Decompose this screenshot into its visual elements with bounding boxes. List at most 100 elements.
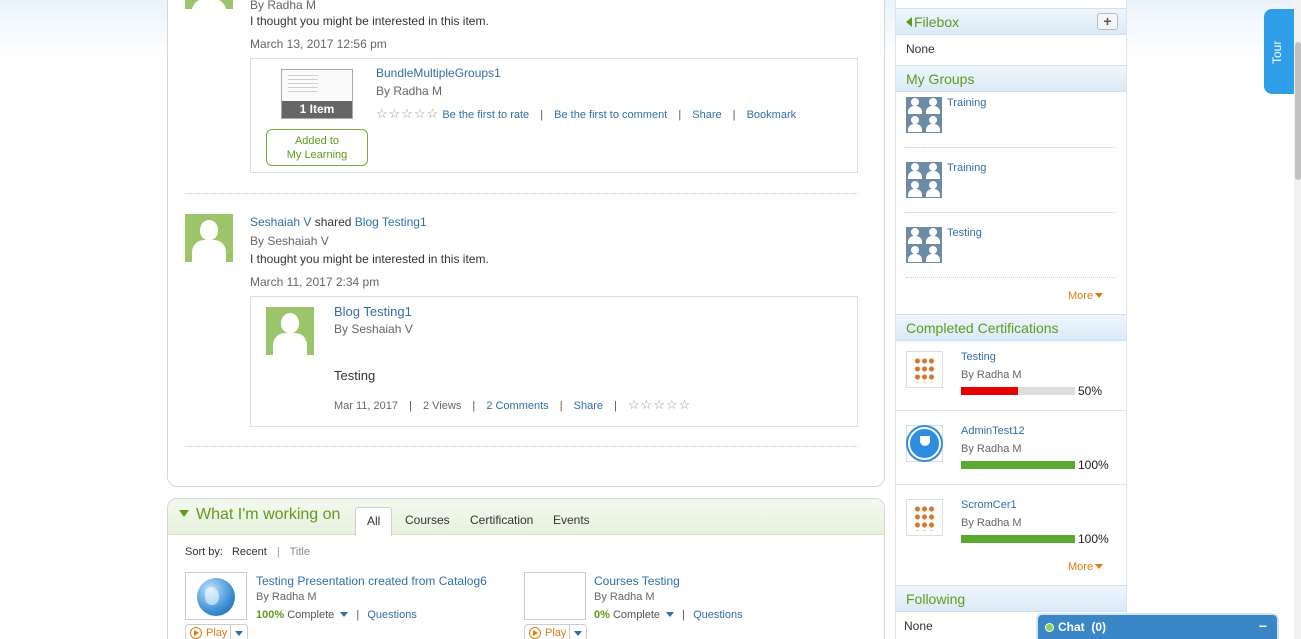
actor-link[interactable]: Seshaiah V bbox=[250, 215, 311, 229]
tab-events[interactable]: Events bbox=[553, 507, 590, 535]
blog-author-avatar[interactable] bbox=[266, 307, 314, 355]
certification-author: By Radha M bbox=[961, 517, 1022, 529]
filebox-title: Filebox bbox=[914, 14, 960, 30]
activity-feed-panel: By Radha M I thought you might be intere… bbox=[167, 0, 885, 487]
separator: | bbox=[540, 109, 544, 121]
rating-stars[interactable]: ☆☆☆☆☆ bbox=[628, 397, 691, 413]
shared-item-author: By Radha M bbox=[376, 84, 443, 98]
added-label-line1: Added to bbox=[294, 135, 340, 147]
comments-link[interactable]: 2 Comments bbox=[486, 400, 548, 412]
sort-recent[interactable]: Recent bbox=[232, 546, 267, 558]
groups-more-link[interactable]: More bbox=[1068, 290, 1104, 302]
group-icon[interactable] bbox=[906, 97, 942, 133]
tour-button[interactable]: Tour bbox=[1264, 9, 1294, 94]
certifications-more-link[interactable]: More bbox=[1068, 561, 1104, 573]
scrollbar-thumb[interactable] bbox=[1295, 42, 1301, 180]
working-on-title[interactable]: What I'm working on bbox=[179, 506, 340, 524]
working-on-header: What I'm working on All Courses Certific… bbox=[168, 499, 884, 536]
complete-label: Complete bbox=[287, 609, 335, 621]
tab-courses[interactable]: Courses bbox=[405, 507, 450, 535]
certification-icon[interactable] bbox=[906, 351, 943, 388]
feed-divider bbox=[185, 446, 858, 447]
collapse-triangle-icon[interactable] bbox=[179, 510, 189, 517]
group-link[interactable]: Training bbox=[947, 162, 986, 174]
blog-title-link[interactable]: Blog Testing1 bbox=[334, 304, 412, 319]
verb-text: shared bbox=[314, 215, 352, 229]
certification-link[interactable]: AdminTest12 bbox=[961, 425, 1025, 437]
added-to-my-learning-button[interactable]: Added to My Learning bbox=[266, 129, 368, 166]
expand-triangle-icon[interactable] bbox=[906, 17, 912, 27]
separator: | bbox=[682, 609, 686, 621]
minimize-chat-button[interactable]: − bbox=[1259, 618, 1267, 634]
feed-item-author: By Radha M bbox=[250, 0, 317, 12]
separator: | bbox=[678, 109, 682, 121]
certifications-header: Completed Certifications bbox=[896, 314, 1126, 341]
separator: | bbox=[276, 546, 280, 558]
progress-dropdown-icon[interactable] bbox=[340, 612, 349, 617]
share-link[interactable]: Share bbox=[692, 109, 721, 121]
questions-link[interactable]: Questions bbox=[367, 609, 417, 621]
blog-author: By Seshaiah V bbox=[334, 322, 413, 336]
blog-meta: Mar 11, 2017 | 2 Views | 2 Comments | Sh… bbox=[334, 397, 691, 413]
trophy-icon bbox=[908, 427, 941, 460]
certification-author: By Radha M bbox=[961, 443, 1022, 455]
shared-item-title-link[interactable]: BundleMultipleGroups1 bbox=[376, 66, 501, 80]
working-item-title[interactable]: Testing Presentation created from Catalo… bbox=[256, 574, 487, 588]
play-dropdown-button[interactable] bbox=[569, 625, 586, 639]
bookmark-link[interactable]: Bookmark bbox=[747, 109, 797, 121]
tour-label: Tour bbox=[1270, 40, 1284, 64]
sort-title[interactable]: Title bbox=[290, 546, 310, 558]
certification-link[interactable]: ScromCer1 bbox=[961, 499, 1017, 511]
more-label: More bbox=[1068, 561, 1094, 573]
play-button[interactable]: Play bbox=[524, 624, 587, 639]
play-button[interactable]: Play bbox=[185, 624, 248, 639]
group-link[interactable]: Testing bbox=[947, 227, 982, 239]
rating-stars[interactable]: ☆☆☆☆☆ bbox=[376, 106, 439, 122]
group-link[interactable]: Training bbox=[947, 97, 986, 109]
group-icon[interactable] bbox=[906, 227, 942, 263]
avatar[interactable] bbox=[185, 0, 233, 9]
tab-all[interactable]: All bbox=[355, 507, 393, 536]
bundle-thumbnail[interactable]: 1 Item bbox=[281, 69, 353, 119]
feed-item-date: March 13, 2017 12:56 pm bbox=[250, 37, 387, 51]
object-link[interactable]: Blog Testing1 bbox=[355, 215, 427, 229]
working-item-title[interactable]: Courses Testing bbox=[594, 574, 680, 588]
divider bbox=[906, 147, 1116, 148]
certification-progress-bar bbox=[961, 535, 1075, 543]
play-dropdown-button[interactable] bbox=[230, 625, 247, 639]
certification-progress-bar bbox=[961, 461, 1075, 469]
certification-link[interactable]: Testing bbox=[961, 351, 996, 363]
rate-link[interactable]: Be the first to rate bbox=[442, 109, 529, 121]
complete-percent: 0% bbox=[594, 609, 610, 621]
filebox-header[interactable]: Filebox + bbox=[896, 8, 1126, 35]
filebox-value: None bbox=[906, 42, 935, 56]
feed-item-message: I thought you might be interested in thi… bbox=[250, 14, 489, 28]
certification-icon[interactable] bbox=[906, 499, 943, 536]
avatar[interactable] bbox=[185, 214, 233, 262]
separator: | bbox=[356, 609, 360, 621]
tab-certification[interactable]: Certification bbox=[470, 507, 533, 535]
blog-views: 2 Views bbox=[423, 400, 462, 412]
course-thumbnail[interactable] bbox=[524, 572, 586, 620]
presentation-thumbnail[interactable] bbox=[185, 572, 247, 620]
group-icon[interactable] bbox=[906, 162, 942, 198]
certification-percent: 100% bbox=[1078, 532, 1109, 546]
my-groups-header: My Groups bbox=[896, 65, 1126, 92]
feed-item-message: I thought you might be interested in thi… bbox=[250, 252, 489, 266]
play-label: Play bbox=[545, 627, 567, 639]
chevron-down-icon bbox=[235, 631, 243, 636]
divider bbox=[906, 277, 1116, 278]
separator: | bbox=[559, 400, 563, 412]
divider bbox=[896, 484, 1126, 485]
chat-bar[interactable]: Chat (0) − bbox=[1036, 613, 1279, 639]
chat-label: Chat (0) bbox=[1058, 620, 1106, 634]
progress-dropdown-icon[interactable] bbox=[666, 612, 675, 617]
certification-icon[interactable] bbox=[906, 425, 943, 462]
added-label-line2: My Learning bbox=[286, 149, 348, 161]
share-link[interactable]: Share bbox=[574, 400, 603, 412]
questions-link[interactable]: Questions bbox=[693, 609, 743, 621]
sort-by-bar: Sort by: Recent | Title bbox=[185, 546, 310, 558]
add-file-button[interactable]: + bbox=[1097, 13, 1118, 30]
chevron-down-icon bbox=[574, 631, 582, 636]
comment-link[interactable]: Be the first to comment bbox=[554, 109, 667, 121]
